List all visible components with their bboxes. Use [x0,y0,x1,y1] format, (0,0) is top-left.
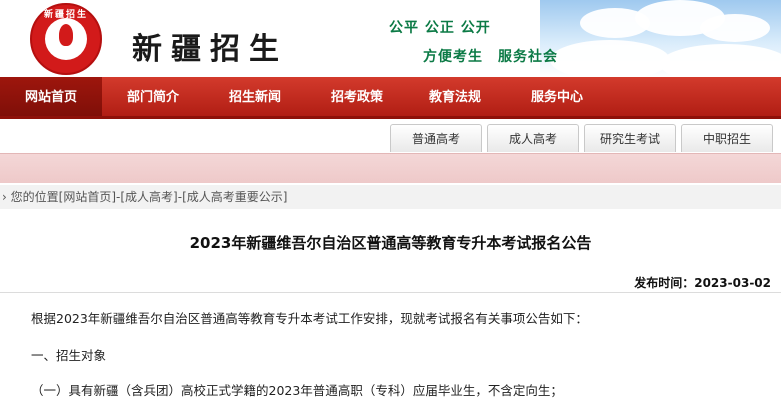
main-nav: 网站首页 部门简介 招生新闻 招考政策 教育法规 服务中心 [0,77,781,119]
logo-emblem [45,18,87,60]
breadcrumb: › 您的位置[网站首页]-[成人高考]-[成人高考重要公示] [0,185,781,209]
nav-item-about[interactable]: 部门简介 [102,77,204,116]
sky-banner [540,0,781,77]
tab-adult-exam[interactable]: 成人高考 [487,124,579,152]
breadcrumb-link-home[interactable]: [网站首页] [59,190,116,204]
site-title: 新疆招生 [132,32,288,67]
breadcrumb-link-notices[interactable]: [成人高考重要公示] [182,190,287,204]
article-paragraph: 一、招生对象 [31,348,107,363]
breadcrumb-arrow-icon: › [2,190,7,204]
tab-vocational-exam[interactable]: 中职招生 [681,124,773,152]
tab-graduate-exam[interactable]: 研究生考试 [584,124,676,152]
breadcrumb-prefix: 您的位置 [10,190,59,204]
site-header: 新疆招生 新疆招生 公平 公正 公开 方便考生 服务社会 [0,0,781,77]
site-logo[interactable]: 新疆招生 [30,3,102,75]
decorative-band [0,153,781,183]
nav-item-news[interactable]: 招生新闻 [204,77,306,116]
publish-label: 发布时间： [634,276,695,290]
slogan-line-2: 方便考生 服务社会 [423,49,558,65]
article-paragraph: （一）具有新疆（含兵团）高校正式学籍的2023年普通高职（专科）应届毕业生，不含… [31,383,563,398]
publish-date: 2023-03-02 [694,276,771,290]
exam-tab-bar: 普通高考 成人高考 研究生考试 中职招生 [0,119,781,153]
divider [0,292,781,293]
article-paragraph: 根据2023年新疆维吾尔自治区普通高等教育专升本考试工作安排，现就考试报名有关事… [31,311,588,326]
tab-regular-exam[interactable]: 普通高考 [390,124,482,152]
publish-info: 发布时间：2023-03-02 [634,274,771,291]
nav-item-service[interactable]: 服务中心 [506,77,608,116]
torch-icon [59,24,73,46]
breadcrumb-link-adult-exam[interactable]: [成人高考] [120,190,177,204]
nav-item-regulations[interactable]: 教育法规 [404,77,506,116]
slogan-line-1: 公平 公正 公开 [389,20,491,36]
article-title: 2023年新疆维吾尔自治区普通高等教育专升本考试报名公告 [189,234,592,252]
nav-item-home[interactable]: 网站首页 [0,77,102,116]
nav-item-policy[interactable]: 招考政策 [306,77,408,116]
